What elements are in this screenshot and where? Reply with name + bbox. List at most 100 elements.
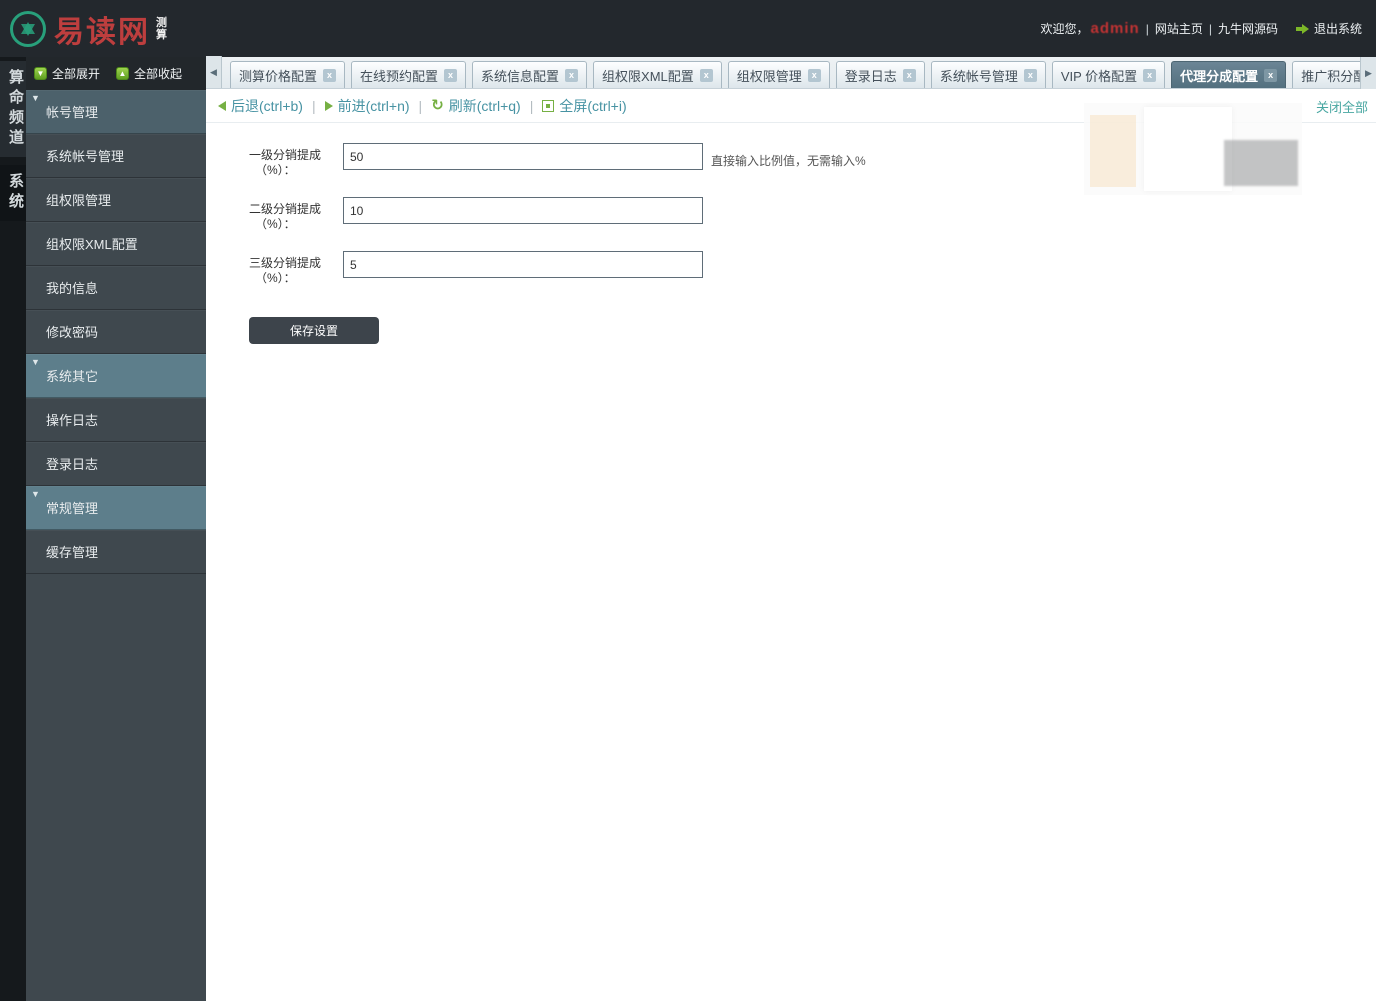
- sidebar-group-label: 常规管理: [46, 501, 99, 516]
- collapse-all-label: 全部收起: [134, 67, 183, 81]
- tab-promo-points-config[interactable]: 推广积分配置 x: [1292, 61, 1370, 88]
- logo-star-icon: [10, 10, 46, 47]
- back-button[interactable]: 后退(ctrl+b): [218, 96, 303, 116]
- main-area: ◀ 测算价格配置 x 在线预约配置 x 系统信息配置 x 组权限XML配置 x …: [206, 56, 1376, 1001]
- sidebar-item-label: 组权限XML配置: [46, 237, 138, 252]
- level1-label: 一级分销提成 （%）：: [249, 148, 322, 177]
- level2-label: 二级分销提成 （%）：: [249, 202, 322, 231]
- header-user-area: 欢迎您， admin | 网站主页 | 九牛网源码 退出系统: [1041, 20, 1363, 37]
- level1-commission-input[interactable]: [343, 143, 703, 170]
- refresh-button[interactable]: ↻ 刷新(ctrl+q): [431, 96, 521, 116]
- logo-text: 易读网: [54, 15, 150, 49]
- tab-scroll-right-button[interactable]: ▶: [1360, 57, 1376, 89]
- close-icon[interactable]: x: [902, 68, 916, 82]
- tab-label: 组权限XML配置: [602, 68, 694, 84]
- level3-commission-input[interactable]: [343, 251, 703, 278]
- forward-button[interactable]: 前进(ctrl+n): [324, 96, 410, 116]
- chevron-down-icon: ▼: [31, 489, 40, 499]
- form-row-level1: 一级分销提成 （%）： 直接输入比例值，无需输入%: [249, 143, 866, 178]
- close-icon[interactable]: x: [699, 68, 713, 82]
- open-tabs: 测算价格配置 x 在线预约配置 x 系统信息配置 x 组权限XML配置 x 组权…: [230, 56, 1370, 88]
- level2-commission-input[interactable]: [343, 197, 703, 224]
- app-header: 易读网 测 算 欢迎您， admin | 网站主页 | 九牛网源码 退出系统: [0, 0, 1376, 57]
- sidebar-item-label: 我的信息: [46, 281, 99, 296]
- sidebar-item-label: 修改密码: [46, 325, 99, 340]
- divider: |: [1145, 21, 1149, 36]
- tab-scroll-left-button[interactable]: ◀: [206, 56, 222, 88]
- logout-arrow-icon: [1295, 23, 1309, 34]
- divider: |: [1208, 21, 1212, 36]
- close-icon[interactable]: x: [1143, 68, 1157, 82]
- tab-label: 登录日志: [844, 68, 897, 84]
- back-label: 后退(ctrl+b): [231, 97, 303, 114]
- tab-label: 系统信息配置: [481, 68, 560, 84]
- logo-subtext: 测 算: [156, 16, 167, 41]
- tab-label: VIP 价格配置: [1060, 68, 1138, 84]
- logout-link[interactable]: 退出系统: [1314, 20, 1362, 37]
- sidebar-item-change-password[interactable]: 修改密码: [26, 310, 206, 354]
- close-all-tabs-button[interactable]: 关闭全部: [1316, 97, 1368, 116]
- divider: |: [418, 97, 423, 114]
- tab-label: 测算价格配置: [239, 68, 318, 84]
- sidebar: ▼ 全部展开 ▲ 全部收起 ▼ 帐号管理 系统帐号管理 组权限管理 组权限XML…: [26, 57, 206, 1001]
- close-icon[interactable]: x: [1023, 68, 1037, 82]
- fullscreen-button[interactable]: 全屏(ctrl+i): [542, 96, 627, 116]
- tab-group-permission-xml-config[interactable]: 组权限XML配置 x: [593, 61, 722, 88]
- sidebar-item-label: 组权限管理: [46, 193, 112, 208]
- sidebar-group-account[interactable]: ▼ 帐号管理: [26, 90, 206, 134]
- sidebar-item-label: 缓存管理: [46, 545, 99, 560]
- site-home-link[interactable]: 网站主页: [1155, 20, 1203, 37]
- close-icon[interactable]: x: [444, 68, 458, 82]
- sidebar-item-group-permission-xml[interactable]: 组权限XML配置: [26, 222, 206, 266]
- expand-all-button[interactable]: ▼ 全部展开: [34, 65, 100, 82]
- chevron-down-icon: ▼: [31, 357, 40, 367]
- sidebar-group-general[interactable]: ▼ 常规管理: [26, 486, 206, 530]
- tab-system-account-mgmt[interactable]: 系统帐号管理 x: [930, 61, 1046, 88]
- tab-label: 组权限管理: [736, 68, 802, 84]
- sidebar-menu: ▼ 帐号管理 系统帐号管理 组权限管理 组权限XML配置 我的信息 修改密码 ▼…: [26, 90, 206, 574]
- forward-label: 前进(ctrl+n): [337, 97, 410, 114]
- tab-login-log[interactable]: 登录日志 x: [835, 61, 925, 88]
- logo: 易读网 测 算: [10, 7, 169, 51]
- sidebar-group-system-other[interactable]: ▼ 系统其它: [26, 354, 206, 398]
- sidebar-item-group-permissions[interactable]: 组权限管理: [26, 178, 206, 222]
- close-icon[interactable]: x: [807, 68, 821, 82]
- sidebar-item-login-log[interactable]: 登录日志: [26, 442, 206, 486]
- fullscreen-icon: [542, 99, 555, 112]
- tab-price-config[interactable]: 测算价格配置 x: [230, 61, 346, 88]
- save-settings-button[interactable]: 保存设置: [249, 317, 379, 344]
- commission-form: 一级分销提成 （%）： 直接输入比例值，无需输入% 二级分销提成 （%）： 三级…: [249, 143, 866, 344]
- source-link[interactable]: 九牛网源码: [1218, 20, 1278, 37]
- expand-all-icon: ▼: [34, 67, 47, 80]
- expand-all-label: 全部展开: [52, 67, 101, 81]
- tab-online-booking-config[interactable]: 在线预约配置 x: [351, 61, 467, 88]
- input-hint: 直接输入比例值，无需输入%: [711, 154, 866, 168]
- fullscreen-label: 全屏(ctrl+i): [559, 97, 627, 114]
- tab-bar: ◀ 测算价格配置 x 在线预约配置 x 系统信息配置 x 组权限XML配置 x …: [206, 56, 1376, 89]
- tab-label: 系统帐号管理: [939, 68, 1018, 84]
- sidebar-item-my-info[interactable]: 我的信息: [26, 266, 206, 310]
- tab-label: 代理分成配置: [1180, 68, 1259, 84]
- tab-system-info-config[interactable]: 系统信息配置 x: [472, 61, 588, 88]
- close-icon[interactable]: x: [323, 68, 337, 82]
- watermark-artifact: [1090, 115, 1136, 187]
- tab-agent-commission-config[interactable]: 代理分成配置 x: [1171, 61, 1287, 88]
- form-row-level3: 三级分销提成 （%）：: [249, 251, 866, 286]
- vertical-tab-fortune-channel[interactable]: 算命频道: [0, 61, 26, 157]
- welcome-label: 欢迎您，: [1040, 22, 1089, 36]
- sidebar-item-operation-log[interactable]: 操作日志: [26, 398, 206, 442]
- close-icon[interactable]: x: [565, 68, 579, 82]
- sidebar-item-cache-management[interactable]: 缓存管理: [26, 530, 206, 574]
- channel-strip: 算命频道 系统: [0, 57, 26, 1001]
- vertical-tab-system[interactable]: 系统: [0, 165, 26, 221]
- form-row-level2: 二级分销提成 （%）：: [249, 197, 866, 232]
- tab-vip-price-config[interactable]: VIP 价格配置 x: [1051, 61, 1166, 88]
- close-icon[interactable]: x: [1264, 68, 1278, 82]
- collapse-all-button[interactable]: ▲ 全部收起: [116, 65, 182, 82]
- level3-label: 三级分销提成 （%）：: [249, 256, 322, 285]
- sidebar-item-system-accounts[interactable]: 系统帐号管理: [26, 134, 206, 178]
- watermark-artifact: [1224, 140, 1298, 186]
- refresh-icon: ↻: [431, 96, 444, 114]
- tab-group-permission-mgmt[interactable]: 组权限管理 x: [727, 61, 830, 88]
- sidebar-item-label: 操作日志: [46, 413, 99, 428]
